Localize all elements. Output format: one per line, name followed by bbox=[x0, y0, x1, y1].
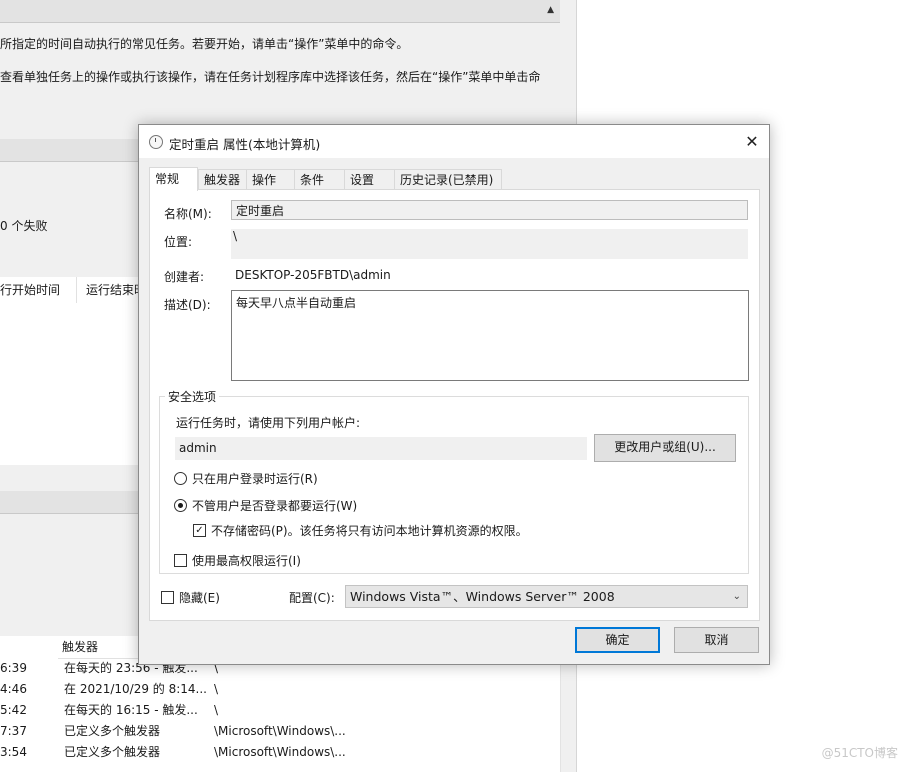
description-textarea[interactable]: 每天早八点半自动重启 bbox=[231, 290, 749, 381]
overview-text-line2: 查看单独任务上的操作或执行该操作，请在任务计划程序库中选择该任务，然后在“操作”… bbox=[0, 70, 541, 84]
fail-count: 0 个失败 bbox=[0, 219, 48, 233]
summary-section-header[interactable]: ▲ bbox=[0, 0, 560, 23]
overview-text-line1: 所指定的时间自动执行的常见任务。若要开始，请单击“操作”菜单中的命令。 bbox=[0, 37, 409, 51]
radio-run-whether-logged-on-label[interactable]: 不管用户是否登录都要运行(W) bbox=[192, 497, 357, 514]
collapse-caret-icon[interactable]: ▲ bbox=[547, 5, 554, 15]
table-row[interactable]: 7:37 已定义多个触发器 \Microsoft\Windows\... bbox=[0, 721, 560, 742]
radio-run-logged-on[interactable] bbox=[174, 472, 187, 485]
ok-button[interactable]: 确定 bbox=[575, 627, 660, 653]
table-row[interactable]: 5:42 在每天的 16:15 - 触发... \ bbox=[0, 700, 560, 721]
dialog-titlebar[interactable]: 定时重启 属性(本地计算机) ✕ bbox=[139, 125, 769, 158]
tab-actions[interactable]: 操作 bbox=[246, 169, 296, 190]
security-options-legend: 安全选项 bbox=[165, 388, 220, 405]
author-value: DESKTOP-205FBTD\admin bbox=[235, 268, 391, 282]
location-field: \ bbox=[231, 229, 748, 259]
cancel-button[interactable]: 取消 bbox=[674, 627, 759, 653]
highest-privileges-checkbox[interactable] bbox=[174, 554, 187, 567]
author-label: 创建者: bbox=[164, 270, 205, 284]
radio-run-logged-on-label[interactable]: 只在用户登录时运行(R) bbox=[192, 470, 318, 487]
tab-conditions[interactable]: 条件 bbox=[294, 169, 346, 190]
configure-select[interactable]: Windows Vista™、Windows Server™ 2008 ⌄ bbox=[345, 585, 748, 608]
location-label: 位置: bbox=[164, 235, 193, 249]
tab-general[interactable]: 常规 bbox=[149, 167, 198, 191]
tab-triggers[interactable]: 触发器 bbox=[198, 169, 248, 190]
security-options-group: 安全选项 运行任务时，请使用下列用户帐户: admin 更改用户或组(U)...… bbox=[159, 388, 749, 574]
close-button[interactable]: ✕ bbox=[735, 125, 769, 158]
table-row[interactable]: 4:46 在 2021/10/29 的 8:14... \ bbox=[0, 679, 560, 700]
configure-select-value: Windows Vista™、Windows Server™ 2008 bbox=[350, 589, 615, 604]
table-row[interactable]: 3:54 已定义多个触发器 \Microsoft\Windows\... bbox=[0, 742, 560, 763]
run-as-user-field: admin bbox=[175, 437, 587, 460]
hidden-checkbox[interactable] bbox=[161, 591, 174, 604]
no-store-password-label[interactable]: 不存储密码(P)。该任务将只有访问本地计算机资源的权限。 bbox=[211, 522, 528, 539]
change-user-button[interactable]: 更改用户或组(U)... bbox=[594, 434, 736, 462]
watermark: @51CTO博客 bbox=[821, 746, 898, 760]
column-header-run-start[interactable]: 行开始时间 bbox=[0, 277, 77, 303]
highest-privileges-label[interactable]: 使用最高权限运行(I) bbox=[192, 552, 301, 569]
name-field: 定时重启 bbox=[231, 200, 748, 220]
clock-icon bbox=[149, 135, 163, 149]
name-label: 名称(M): bbox=[164, 207, 212, 221]
radio-run-whether-logged-on[interactable] bbox=[174, 499, 187, 512]
chevron-down-icon: ⌄ bbox=[732, 591, 741, 602]
general-tab-panel: 名称(M): 定时重启 位置: \ 创建者: DESKTOP-205FBTD\a… bbox=[149, 189, 760, 621]
configure-label: 配置(C): bbox=[289, 591, 335, 605]
tab-settings[interactable]: 设置 bbox=[344, 169, 396, 190]
dialog-title: 定时重启 属性(本地计算机) bbox=[169, 137, 321, 152]
no-store-password-checkbox[interactable]: ✓ bbox=[193, 524, 206, 537]
tab-history[interactable]: 历史记录(已禁用) bbox=[394, 169, 502, 190]
hidden-label[interactable]: 隐藏(E) bbox=[179, 589, 220, 606]
description-label: 描述(D): bbox=[164, 298, 211, 312]
task-properties-dialog: 定时重启 属性(本地计算机) ✕ 常规 触发器 操作 条件 设置 历史记录(已禁… bbox=[138, 124, 770, 665]
run-as-prompt: 运行任务时，请使用下列用户帐户: bbox=[176, 416, 361, 430]
